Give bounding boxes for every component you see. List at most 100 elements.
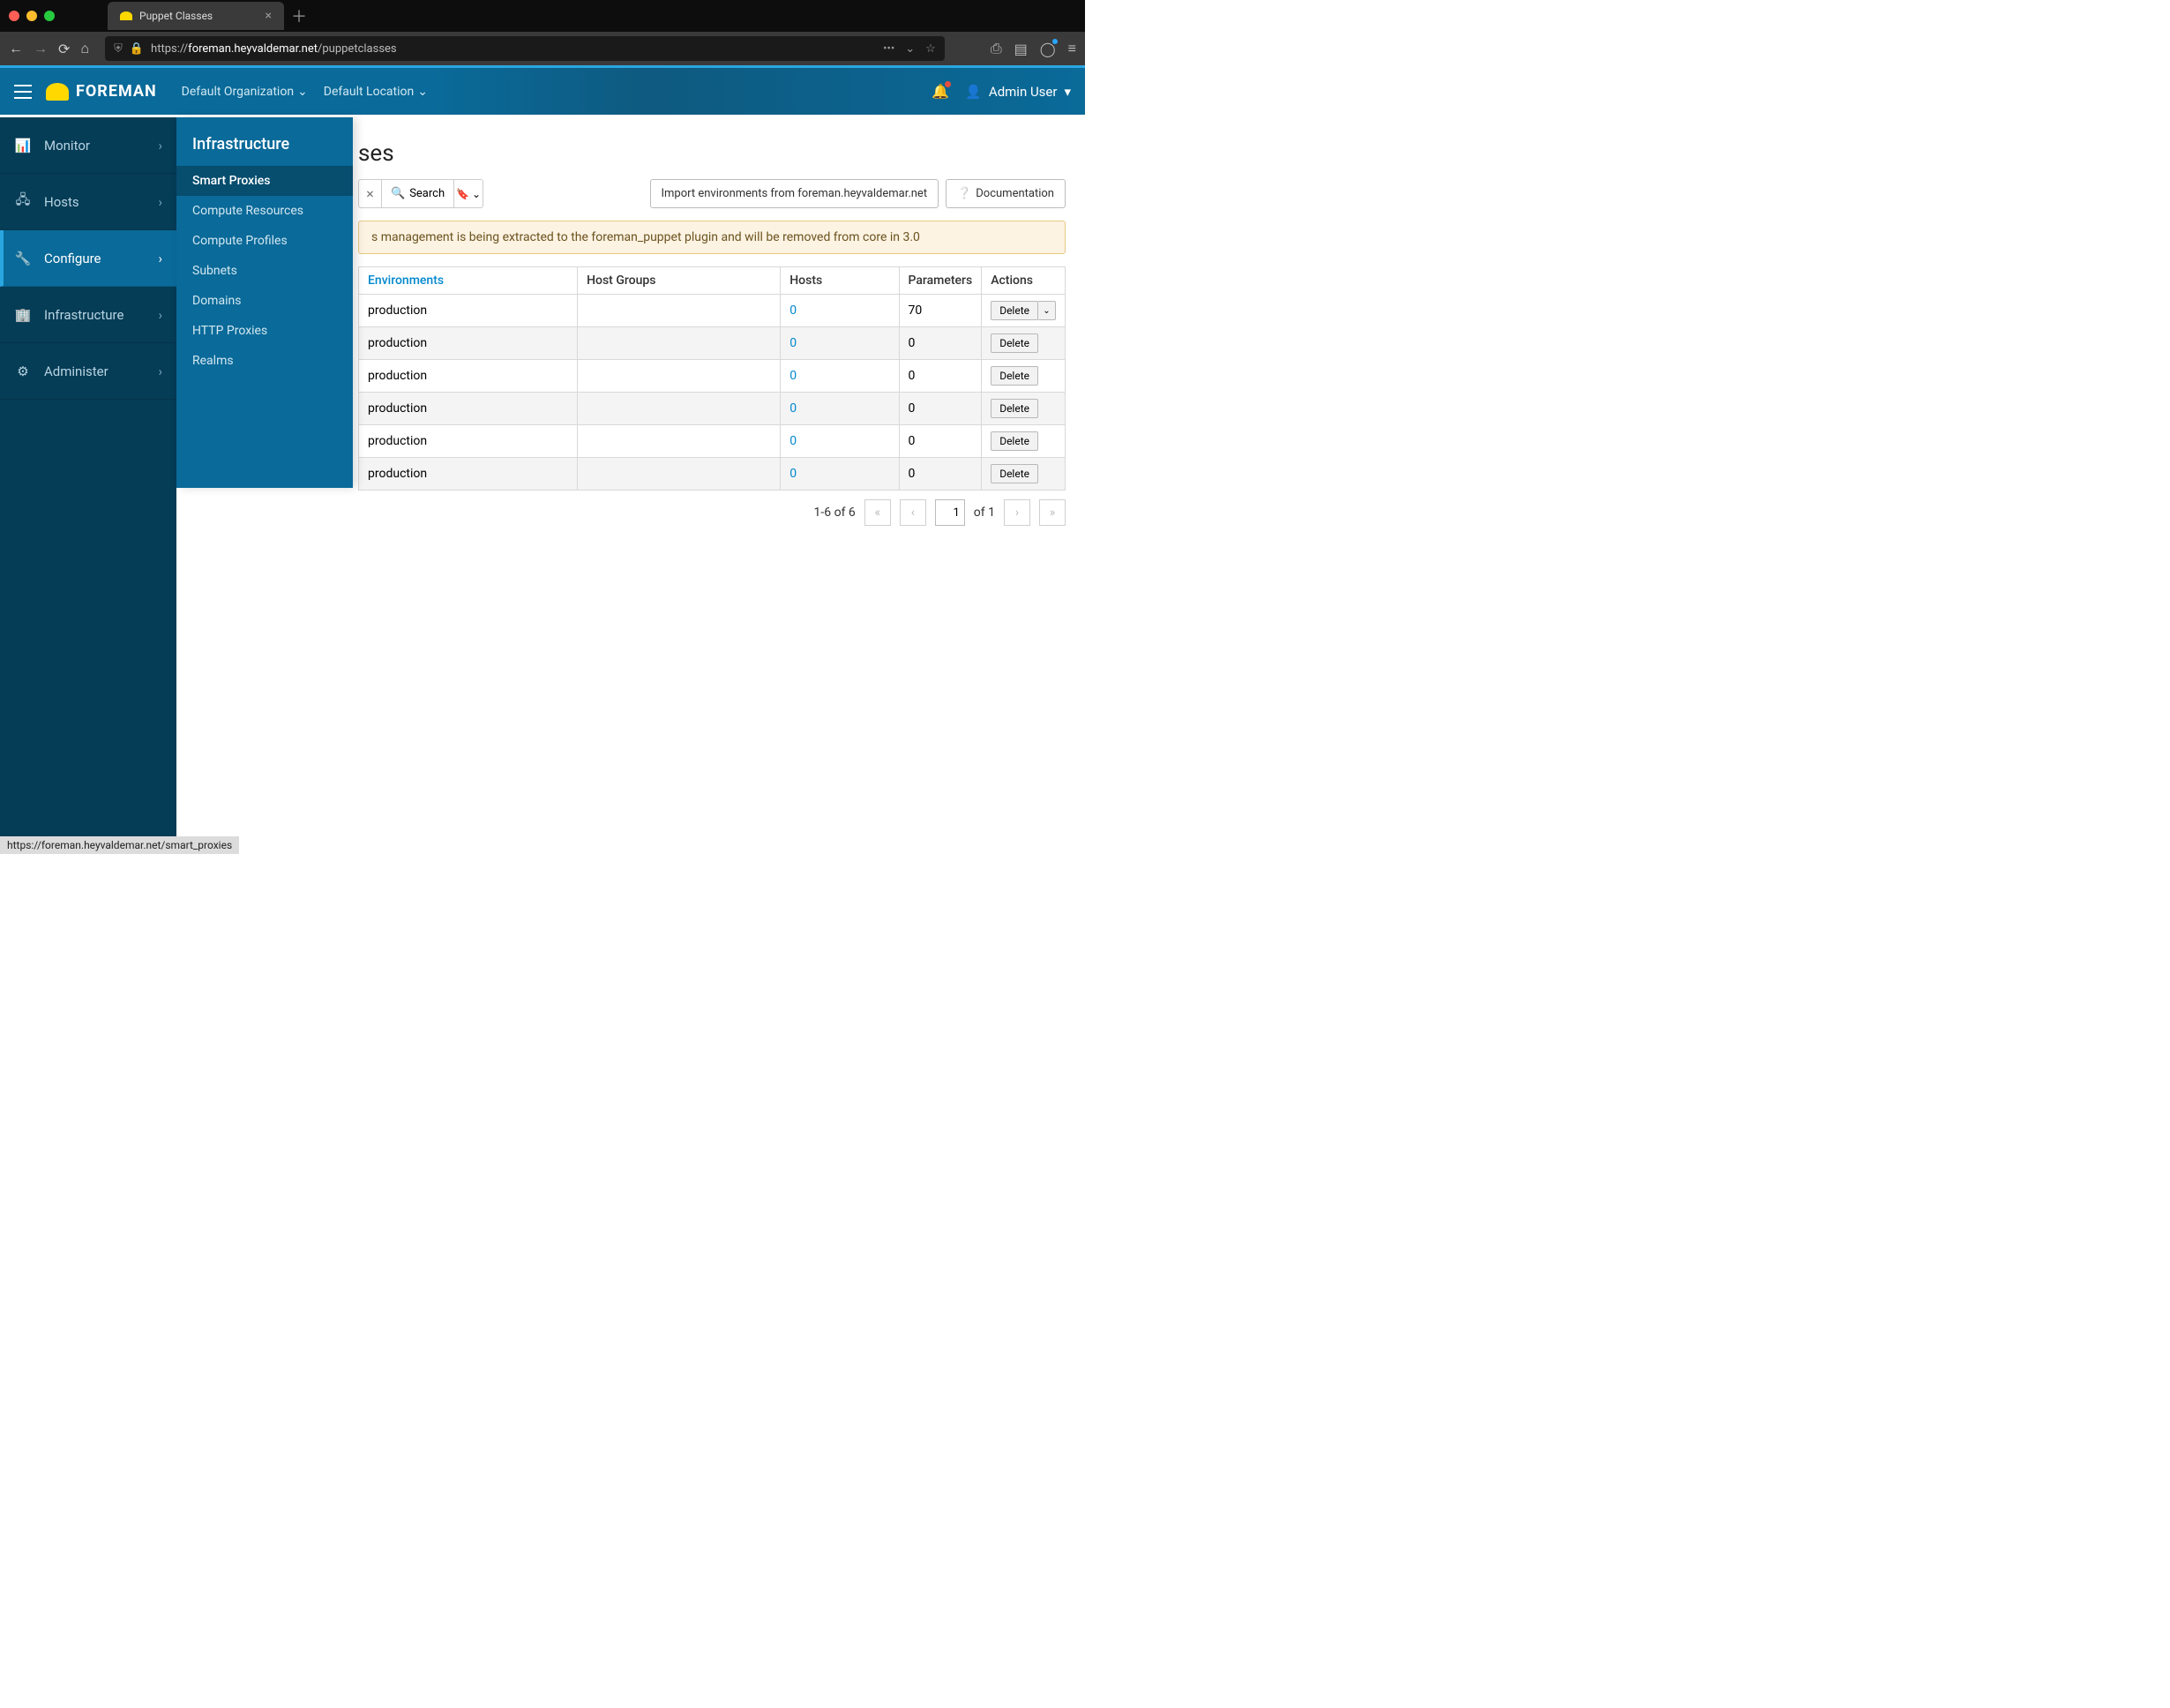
wrench-icon: 🔧: [14, 251, 32, 266]
cell-hostgroups: [578, 360, 781, 393]
sidebar-item-infrastructure[interactable]: 🏢 Infrastructure ›: [0, 287, 176, 343]
table-header-row: Environments Host Groups Hosts Parameter…: [359, 267, 1066, 295]
col-actions: Actions: [982, 267, 1066, 295]
user-icon: 👤: [965, 84, 982, 100]
cell-actions: Delete: [982, 393, 1066, 425]
sidebar-item-hosts[interactable]: 🖧 Hosts ›: [0, 174, 176, 230]
sidebar-icon[interactable]: ▤: [1014, 41, 1028, 57]
delete-button[interactable]: Delete: [991, 431, 1038, 451]
notification-bell-icon[interactable]: 🔔: [932, 83, 949, 100]
more-icon[interactable]: •••: [883, 42, 894, 56]
cell-hosts-link[interactable]: 0: [781, 360, 899, 393]
sidebar-item-label: Monitor: [44, 138, 90, 154]
puppetclasses-table: Environments Host Groups Hosts Parameter…: [358, 266, 1066, 491]
window-close-button[interactable]: [9, 11, 19, 21]
delete-button[interactable]: Delete: [991, 464, 1038, 483]
user-menu[interactable]: 👤 Admin User ▾: [965, 84, 1071, 100]
last-page-button[interactable]: »: [1039, 499, 1066, 526]
nav-toggle-button[interactable]: [14, 85, 32, 99]
account-icon[interactable]: ◯: [1040, 41, 1056, 57]
back-button[interactable]: ←: [9, 40, 23, 57]
sidebar-item-label: Configure: [44, 251, 101, 266]
col-hostgroups[interactable]: Host Groups: [578, 267, 781, 295]
app-header: FOREMAN Default Organization ⌄ Default L…: [0, 65, 1085, 115]
next-page-button[interactable]: ›: [1004, 499, 1030, 526]
submenu-title: Infrastructure: [176, 128, 353, 166]
sidebar-item-configure[interactable]: 🔧 Configure ›: [0, 230, 176, 287]
documentation-button[interactable]: ❔ Documentation: [946, 179, 1066, 208]
app-menu-icon[interactable]: ≡: [1068, 40, 1076, 57]
cell-environment: production: [359, 327, 578, 360]
submenu-item[interactable]: Domains: [176, 286, 353, 316]
cell-hostgroups: [578, 458, 781, 491]
chevron-right-icon: ›: [158, 251, 162, 266]
delete-button[interactable]: Delete: [991, 301, 1038, 320]
cell-environment: production: [359, 295, 578, 327]
cell-hosts-link[interactable]: 0: [781, 425, 899, 458]
cell-parameters: 0: [899, 425, 982, 458]
browser-tab-bar: Puppet Classes × ＋: [0, 0, 1085, 32]
library-icon[interactable]: ⎙: [991, 40, 1002, 57]
delete-button[interactable]: Delete: [991, 399, 1038, 418]
url-text: https://foreman.heyvaldemar.net/puppetcl…: [151, 42, 397, 56]
browser-tab[interactable]: Puppet Classes ×: [108, 2, 284, 30]
location-selector[interactable]: Default Location ⌄: [324, 85, 428, 99]
reload-button[interactable]: ⟳: [58, 41, 70, 57]
delete-button[interactable]: Delete: [991, 333, 1038, 353]
browser-toolbar: ← → ⟳ ⌂ ⛨ 🔒 https://foreman.heyvaldemar.…: [0, 32, 1085, 65]
col-hosts[interactable]: Hosts: [781, 267, 899, 295]
delete-dropdown-toggle[interactable]: ⌄: [1038, 301, 1056, 320]
cell-hosts-link[interactable]: 0: [781, 393, 899, 425]
table-row: production00Delete: [359, 393, 1066, 425]
bookmark-dropdown-button[interactable]: 🔖 ⌄: [453, 179, 483, 208]
delete-button[interactable]: Delete: [991, 366, 1038, 386]
sidebar-item-administer[interactable]: ⚙ Administer ›: [0, 343, 176, 400]
page-title: ses: [353, 135, 1085, 179]
brand-logo[interactable]: FOREMAN: [46, 82, 157, 101]
cell-parameters: 0: [899, 458, 982, 491]
cell-hosts-link[interactable]: 0: [781, 295, 899, 327]
network-icon: 🏢: [14, 307, 32, 323]
window-controls: [9, 11, 55, 21]
submenu-item[interactable]: Compute Resources: [176, 196, 353, 226]
deprecation-alert: s management is being extracted to the f…: [358, 221, 1066, 254]
forward-button[interactable]: →: [34, 40, 48, 57]
window-maximize-button[interactable]: [44, 11, 55, 21]
window-minimize-button[interactable]: [26, 11, 37, 21]
bookmark-star-icon[interactable]: ☆: [925, 42, 936, 56]
cell-hostgroups: [578, 295, 781, 327]
cell-hosts-link[interactable]: 0: [781, 327, 899, 360]
submenu-item[interactable]: Subnets: [176, 256, 353, 286]
col-parameters[interactable]: Parameters: [899, 267, 982, 295]
submenu-item[interactable]: Smart Proxies: [176, 166, 353, 196]
cell-hosts-link[interactable]: 0: [781, 458, 899, 491]
dashboard-icon: 📊: [14, 138, 32, 154]
new-tab-button[interactable]: ＋: [291, 4, 307, 27]
page-number-input[interactable]: [935, 499, 965, 526]
first-page-button[interactable]: «: [864, 499, 891, 526]
organization-selector[interactable]: Default Organization ⌄: [182, 85, 308, 99]
home-button[interactable]: ⌂: [80, 40, 89, 57]
cell-actions: Delete: [982, 458, 1066, 491]
tab-close-icon[interactable]: ×: [266, 9, 272, 23]
search-button[interactable]: 🔍 Search: [381, 179, 453, 208]
pocket-icon[interactable]: ⌄: [905, 42, 915, 56]
brand-text: FOREMAN: [76, 82, 157, 101]
chevron-right-icon: ›: [158, 307, 162, 323]
sidebar-item-monitor[interactable]: 📊 Monitor ›: [0, 117, 176, 174]
cell-environment: production: [359, 360, 578, 393]
import-environments-button[interactable]: Import environments from foreman.heyvald…: [650, 179, 939, 208]
address-bar[interactable]: ⛨ 🔒 https://foreman.heyvaldemar.net/pupp…: [105, 36, 945, 61]
submenu-item[interactable]: HTTP Proxies: [176, 316, 353, 346]
chevron-right-icon: ›: [158, 194, 162, 210]
prev-page-button[interactable]: ‹: [900, 499, 926, 526]
cell-parameters: 70: [899, 295, 982, 327]
sidebar-item-label: Administer: [44, 363, 108, 379]
pagination: 1-6 of 6 « ‹ of 1 › »: [353, 491, 1085, 535]
primary-sidebar: 📊 Monitor › 🖧 Hosts › 🔧 Configure › 🏢 In…: [0, 117, 176, 854]
search-clear-button[interactable]: ×: [358, 179, 381, 208]
submenu-item[interactable]: Compute Profiles: [176, 226, 353, 256]
table-row: production00Delete: [359, 425, 1066, 458]
col-environments[interactable]: Environments: [359, 267, 578, 295]
submenu-item[interactable]: Realms: [176, 346, 353, 376]
